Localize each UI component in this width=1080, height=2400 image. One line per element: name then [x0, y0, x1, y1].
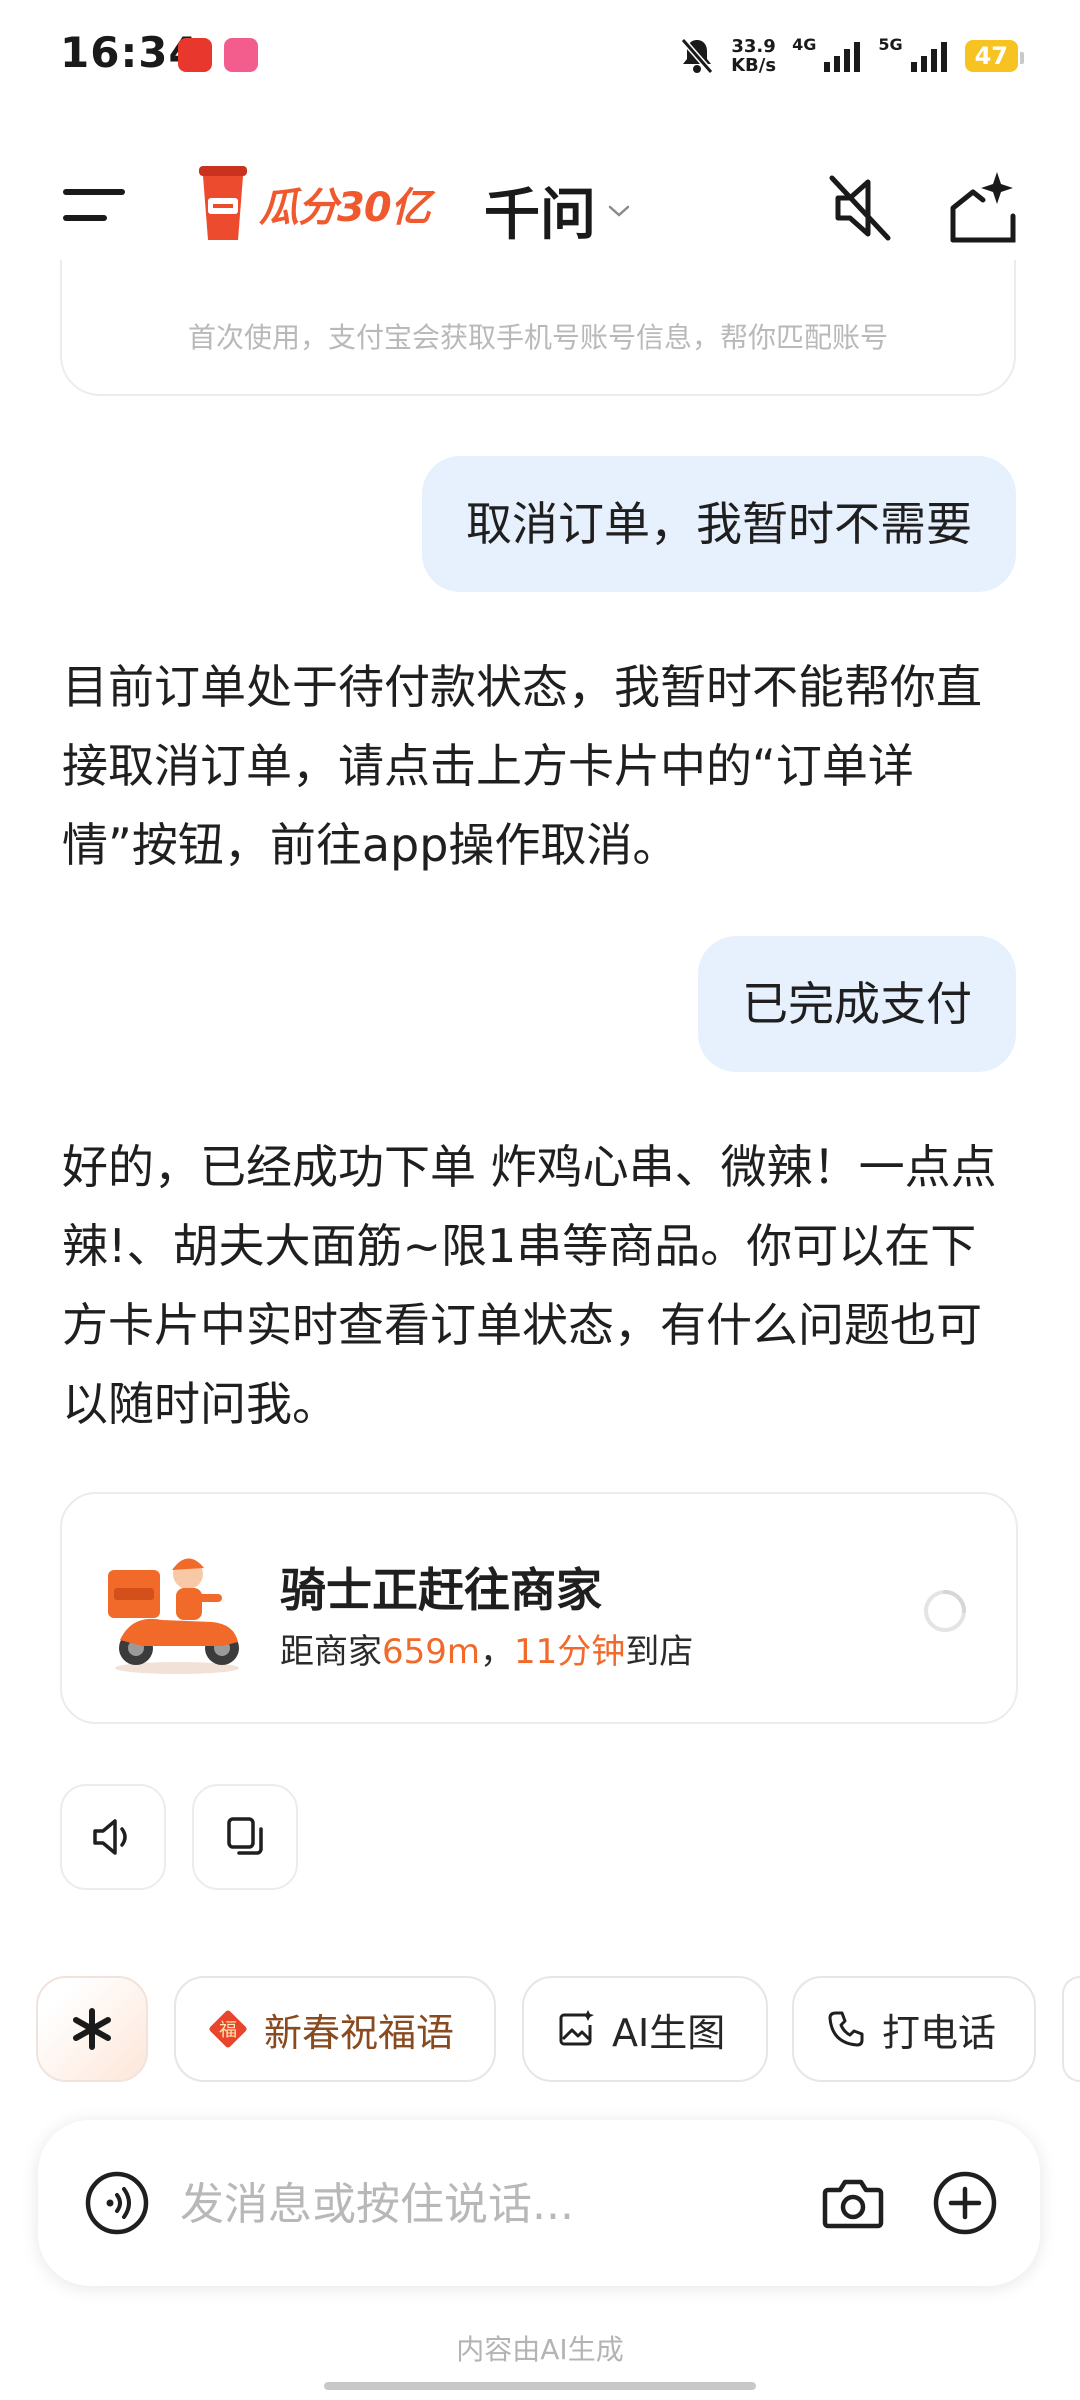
message-input[interactable]: [178, 2168, 822, 2240]
status-indicators: 33.9 KB/s 4G 5G 47: [679, 34, 1025, 78]
signal-label-4g: 4G: [792, 34, 817, 54]
message-input-bar: [38, 2120, 1040, 2286]
eta-value: 11分钟: [514, 1632, 626, 1672]
sparkle-new-chat-icon: [950, 172, 1016, 243]
ai-message[interactable]: 目前订单处于待付款状态，我暂时不能帮你直接取消订单，请点击上方卡片中的“订单详情…: [62, 648, 1022, 885]
speaker-muted-icon: [829, 175, 891, 241]
ai-assistant-chip[interactable]: [36, 1976, 148, 2082]
account-info-notice: 首次使用，支付宝会获取手机号账号信息，帮你匹配账号: [187, 321, 888, 354]
top-nav: 瓜分30亿 千问: [0, 150, 1080, 260]
app-title: 千问: [484, 183, 596, 248]
new-chat-button[interactable]: [945, 164, 1025, 248]
plus-circle-icon[interactable]: [930, 2168, 1000, 2238]
coffee-cup-icon: [199, 166, 247, 240]
distance-value: 659m: [382, 1632, 481, 1672]
network-speed: 33.9 KB/s: [731, 36, 777, 76]
model-selector[interactable]: 千问: [484, 170, 630, 251]
phone-icon: [828, 2011, 864, 2047]
speaker-icon: [93, 1819, 127, 1855]
more-chip-partial[interactable]: [1062, 1976, 1080, 2082]
chip-label: 新春祝福语: [264, 2010, 455, 2055]
chevron-down-icon: [608, 205, 630, 217]
fortune-icon: 福: [209, 2010, 247, 2048]
read-aloud-button[interactable]: [60, 1784, 166, 1890]
ai-image-chip[interactable]: AI生图: [522, 1976, 768, 2082]
promo-text: 瓜分30亿: [259, 185, 431, 231]
ai-message[interactable]: 好的，已经成功下单 炸鸡心串、微辣！一点点辣!、胡夫大面筋~限1串等商品。你可以…: [62, 1128, 1022, 1444]
home-indicator[interactable]: [324, 2382, 756, 2390]
battery-indicator: 47: [964, 40, 1025, 72]
spring-greetings-chip[interactable]: 福 新春祝福语: [174, 1976, 496, 2082]
user-message-bubble[interactable]: 已完成支付: [698, 936, 1016, 1072]
signal-bars-icon: [910, 42, 947, 72]
status-bar: 16:34 33.9 KB/s 4G 5G 47: [0, 0, 1080, 110]
camera-icon[interactable]: [820, 2170, 886, 2236]
menu-icon: [63, 189, 125, 221]
svg-text:福: 福: [219, 2020, 237, 2041]
mute-bell-icon: [680, 38, 714, 74]
order-status-card[interactable]: 骑士正赶往商家 距商家659m，11分钟到店: [60, 1492, 1018, 1724]
promo-banner[interactable]: 瓜分30亿: [195, 162, 431, 246]
order-status-title: 骑士正赶往商家: [280, 1563, 602, 1617]
user-message-bubble[interactable]: 取消订单，我暂时不需要: [422, 456, 1016, 592]
chip-label: 打电话: [882, 2010, 997, 2055]
notification-app-icon: [224, 38, 258, 72]
call-chip[interactable]: 打电话: [792, 1976, 1036, 2082]
asterisk-logo-icon: [73, 2008, 111, 2050]
notification-app-icon: [178, 38, 212, 72]
signal-label-5g: 5G: [878, 34, 903, 54]
loading-spinner-icon: [924, 1590, 966, 1632]
previous-message-card: 首次使用，支付宝会获取手机号账号信息，帮你匹配账号: [60, 260, 1016, 396]
ai-generated-disclaimer: 内容由AI生成: [456, 2333, 624, 2366]
mute-button[interactable]: [820, 168, 900, 248]
chip-label: AI生图: [612, 2010, 726, 2055]
menu-button[interactable]: [60, 180, 130, 230]
order-status-detail: 距商家659m，11分钟到店: [280, 1632, 694, 1672]
image-generate-icon: [559, 2010, 594, 2046]
copy-icon: [227, 1817, 263, 1855]
voice-input-icon[interactable]: [82, 2168, 152, 2238]
copy-button[interactable]: [192, 1784, 298, 1890]
delivery-rider-illustration: [108, 1558, 239, 1674]
signal-bars-icon: [824, 42, 861, 72]
